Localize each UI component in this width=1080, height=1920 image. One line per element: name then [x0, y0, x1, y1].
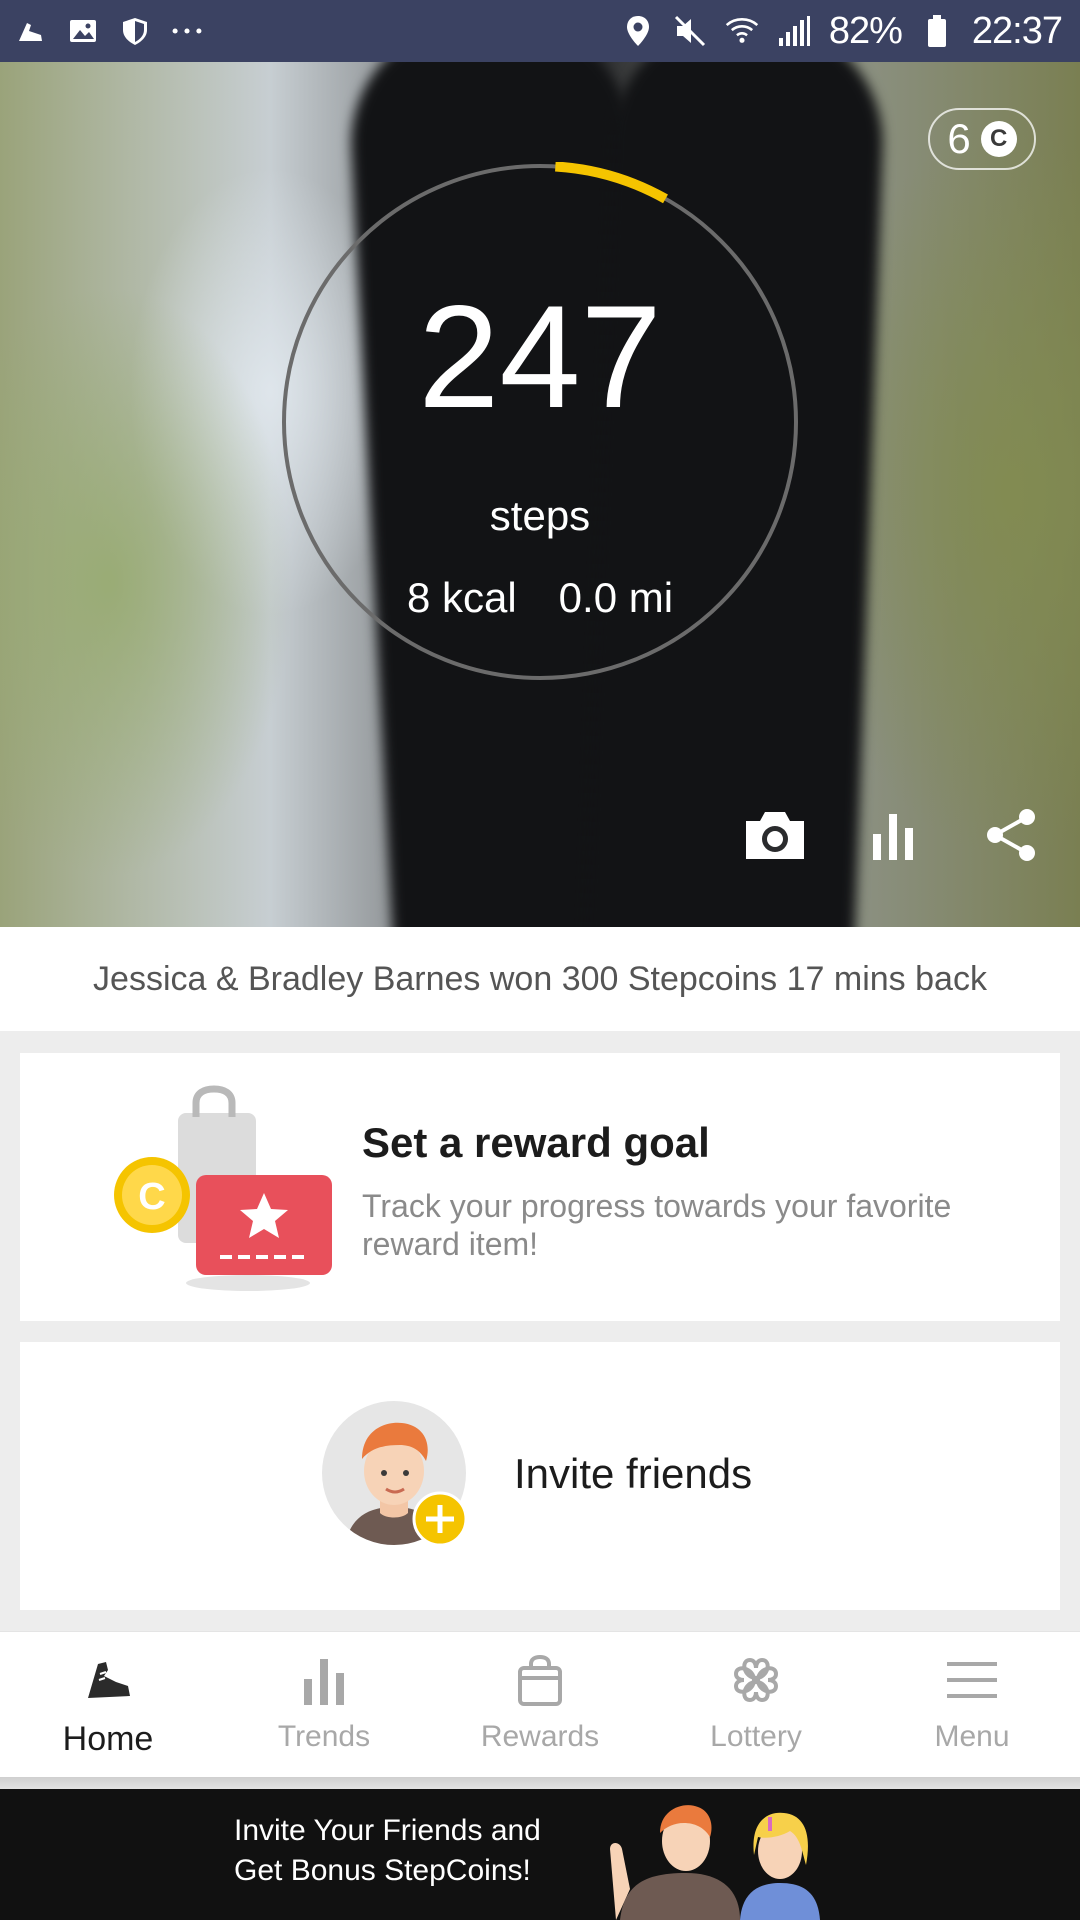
coin-icon: C: [980, 121, 1017, 157]
invite-banner[interactable]: Invite Your Friends and Get Bonus StepCo…: [0, 1789, 1080, 1920]
bar-chart-icon: [294, 1650, 354, 1710]
mute-icon: [673, 14, 707, 48]
shoe-notification-icon: [14, 14, 48, 48]
coin-count: 6: [947, 115, 971, 162]
nav-item-home[interactable]: Home: [0, 1632, 216, 1777]
step-unit-label: steps: [489, 492, 591, 539]
activity-stats: 8 kcal 0.0 mi: [0, 574, 1080, 622]
step-hero: 6 C 247 steps 8 kcal 0.0 mi: [0, 62, 1080, 927]
nav-label-trends: Trends: [277, 1720, 371, 1753]
wifi-icon: [725, 14, 759, 48]
nav-divider: [0, 1777, 1080, 1789]
nav-label-home: Home: [62, 1720, 154, 1758]
shield-icon: [118, 14, 152, 48]
calories-value: 8 kcal: [406, 574, 517, 621]
more-dots-icon: [170, 14, 204, 48]
banner-line-1: Invite Your Friends and: [234, 1814, 541, 1847]
winner-ticker: Jessica & Bradley Barnes won 300 Stepcoi…: [0, 927, 1080, 1031]
invite-avatar-icon: [322, 1401, 468, 1547]
share-icon[interactable]: [978, 802, 1044, 868]
banner-friends-illustration: [610, 1805, 820, 1920]
nav-item-lottery[interactable]: Lottery: [648, 1632, 864, 1777]
hamburger-icon: [942, 1650, 1002, 1710]
nav-label-menu: Menu: [934, 1720, 1010, 1753]
step-count: 247: [418, 275, 662, 438]
clover-icon: [726, 1650, 786, 1710]
reward-coin-symbol: C: [138, 1176, 165, 1218]
clock: 22:37: [971, 9, 1063, 52]
nav-label-rewards: Rewards: [480, 1720, 600, 1753]
reward-goal-title: Set a reward goal: [362, 1119, 710, 1166]
reward-goal-card[interactable]: C Set a reward goal Track your progress …: [20, 1053, 1060, 1321]
reward-goal-illustration: C: [114, 1085, 332, 1291]
coin-balance[interactable]: 6 C: [928, 108, 1036, 170]
chart-icon[interactable]: [860, 802, 926, 868]
battery-icon: [920, 14, 954, 48]
bottom-navigation: Home Trends Rewards Lottery Menu: [0, 1631, 1080, 1777]
progress-ring-fill: [555, 162, 668, 204]
invite-friends-card[interactable]: Invite friends: [20, 1342, 1060, 1610]
banner-text: Invite Your Friends and Get Bonus StepCo…: [234, 1811, 541, 1891]
location-icon: [621, 14, 655, 48]
image-icon: [66, 14, 100, 48]
nav-item-rewards[interactable]: Rewards: [432, 1632, 648, 1777]
nav-label-lottery: Lottery: [710, 1720, 802, 1753]
nav-item-trends[interactable]: Trends: [216, 1632, 432, 1777]
banner-line-2: Get Bonus StepCoins!: [234, 1854, 531, 1887]
camera-icon[interactable]: [742, 802, 808, 868]
shoe-icon: [78, 1650, 138, 1710]
distance-value: 0.0 mi: [558, 574, 674, 621]
status-bar: 82% 22:37: [0, 0, 1080, 62]
invite-friends-label: Invite friends: [514, 1450, 753, 1497]
nav-item-menu[interactable]: Menu: [864, 1632, 1080, 1777]
winner-ticker-text: Jessica & Bradley Barnes won 300 Stepcoi…: [93, 959, 987, 998]
reward-goal-description: Track your progress towards your favorit…: [362, 1188, 952, 1262]
battery-percent: 82%: [828, 9, 903, 52]
shopping-bag-icon: [510, 1650, 570, 1710]
hero-actions: [742, 802, 1044, 868]
signal-icon: [777, 14, 811, 48]
